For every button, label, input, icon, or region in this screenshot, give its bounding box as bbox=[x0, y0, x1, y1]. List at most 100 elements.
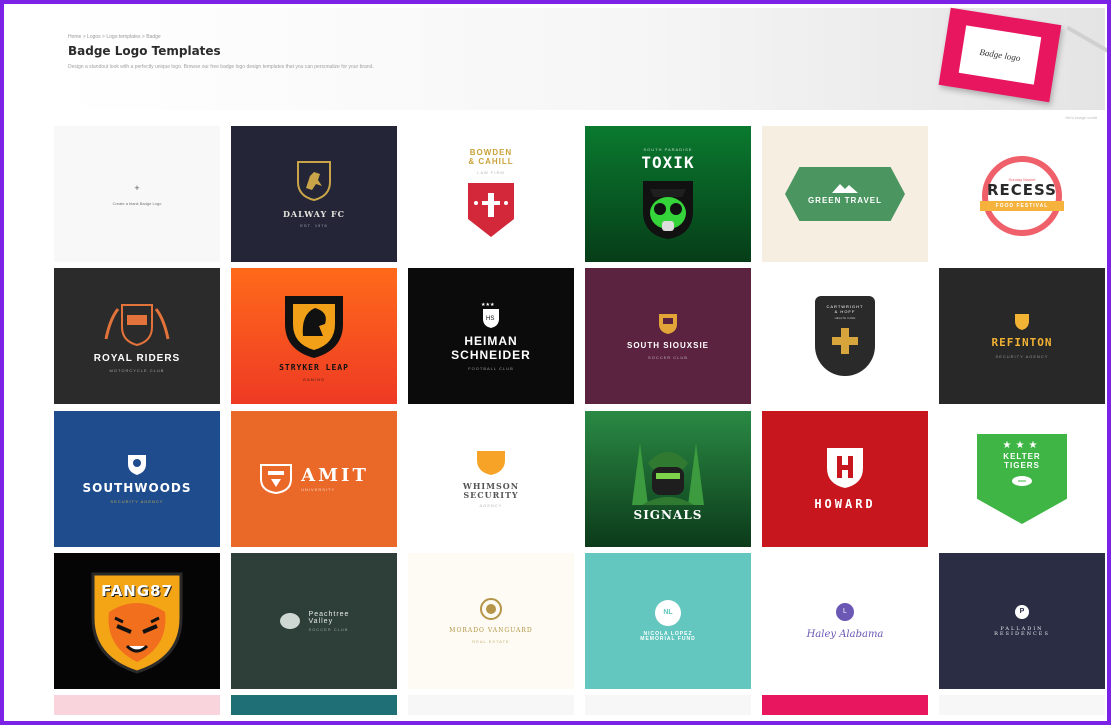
plus-cross-icon bbox=[832, 328, 858, 354]
template-name-line-2: TIGERS bbox=[1004, 460, 1040, 470]
template-name: REFINTON bbox=[991, 336, 1053, 350]
shield-icon bbox=[1015, 314, 1029, 331]
template-top-text: SOUTH PARADISE bbox=[643, 146, 693, 152]
template-name: AMIT bbox=[301, 465, 369, 487]
gas-mask-icon bbox=[643, 181, 693, 240]
football-icon bbox=[1012, 475, 1032, 486]
template-name: ROYAL RIDERS bbox=[93, 353, 181, 364]
template-name: DALWAY FC bbox=[282, 209, 346, 220]
template-name: GREEN TRAVEL bbox=[807, 195, 883, 205]
template-cartwright-hoff[interactable]: CARTWRIGHT & HOFF HEALTH CARE bbox=[762, 268, 928, 404]
template-tagline: AGENCY bbox=[479, 503, 503, 509]
shield-icon bbox=[477, 450, 505, 475]
shield-icon bbox=[659, 314, 677, 335]
template-dalway-fc[interactable]: DALWAY FC EST. 1976 bbox=[231, 126, 397, 262]
template-tile-partial[interactable] bbox=[585, 695, 751, 715]
template-tile-partial[interactable] bbox=[54, 695, 220, 715]
template-tagline: SECURITY AGENCY bbox=[995, 353, 1049, 359]
template-name: FANG87 bbox=[101, 582, 173, 600]
template-tagline: REAL ESTATE bbox=[472, 638, 510, 644]
pennant-badge: ★★★ KELTER TIGERS bbox=[977, 434, 1067, 524]
template-tagline: FOOTBALL CLUB bbox=[468, 365, 514, 371]
svg-text:HS: HS bbox=[486, 316, 494, 322]
create-blank-label: Create a blank Badge Logo bbox=[112, 200, 162, 206]
breadcrumb[interactable]: Home > Logos > Logo templates > Badge bbox=[68, 34, 161, 40]
page-description: Design a standout look with a perfectly … bbox=[68, 64, 374, 70]
template-name: HOWARD bbox=[814, 497, 876, 512]
template-name-line-2: SECURITY bbox=[463, 489, 519, 500]
plus-icon: + bbox=[134, 182, 140, 193]
template-name: SOUTHWOODS bbox=[82, 480, 192, 495]
dragon-shield-icon bbox=[285, 296, 343, 359]
stars-shield-icon: ★★★ HS bbox=[481, 302, 499, 329]
template-amit[interactable]: AMIT UNIVERSITY bbox=[231, 411, 397, 547]
ribbon-banner: FOOD FESTIVAL bbox=[979, 200, 1065, 211]
template-name: SOUTH SIOUXSIE bbox=[626, 341, 709, 351]
template-stryker-leap[interactable]: STRYKER LEAP GAMING bbox=[231, 268, 397, 404]
pen-decoration bbox=[1066, 25, 1107, 55]
template-signals[interactable]: SIGNALS bbox=[585, 411, 751, 547]
template-badge: P bbox=[1015, 604, 1029, 619]
template-peachtree-valley[interactable]: Peachtree Valley SOCCER CLUB bbox=[231, 553, 397, 689]
hero-card-text: Badge logo bbox=[958, 25, 1042, 85]
h-shield-icon bbox=[827, 448, 863, 489]
template-bowden-cahill[interactable]: BOWDEN & CAHILL LAW FIRM bbox=[408, 126, 574, 262]
template-name-line-2: SCHNEIDER bbox=[451, 347, 531, 362]
page-frame: Home > Logos > Logo templates > Badge Ba… bbox=[0, 0, 1111, 725]
template-name: STRYKER LEAP bbox=[279, 363, 349, 373]
hero-badge-card-image: Badge logo bbox=[938, 7, 1062, 103]
crest-icon bbox=[260, 464, 293, 495]
template-tagline: SOCCER CLUB bbox=[308, 626, 349, 632]
page-title: Badge Logo Templates bbox=[68, 44, 221, 58]
template-tile-partial[interactable] bbox=[762, 695, 928, 715]
template-name: SIGNALS bbox=[633, 508, 703, 523]
create-blank-badge-logo-tile[interactable]: + Create a blank Badge Logo bbox=[54, 126, 220, 262]
template-name: MORADO VANGUARD bbox=[449, 627, 533, 635]
template-badge: NL bbox=[655, 599, 681, 626]
template-tile-partial[interactable] bbox=[939, 695, 1105, 715]
template-southwoods[interactable]: SOUTHWOODS SECURITY AGENCY bbox=[54, 411, 220, 547]
template-tagline: SOCCER CLUB bbox=[648, 354, 688, 360]
template-fang87[interactable]: FANG87 bbox=[54, 553, 220, 689]
template-tagline: MOTORCYCLE CLUB bbox=[109, 368, 165, 373]
template-name-line-2: & HOFF bbox=[834, 309, 856, 314]
template-kelter-tigers[interactable]: ★★★ KELTER TIGERS bbox=[939, 411, 1105, 547]
template-name-line-2: MEMORIAL FUND bbox=[640, 636, 696, 642]
template-heiman-schneider[interactable]: ★★★ HS HEIMAN SCHNEIDER FOOTBALL CLUB bbox=[408, 268, 574, 404]
template-name: RECESS bbox=[987, 181, 1057, 200]
template-morado-vanguard[interactable]: MORADO VANGUARD REAL ESTATE bbox=[408, 553, 574, 689]
template-tagline: HEALTH CARE bbox=[834, 316, 856, 320]
template-recess[interactable]: Sunday Market RECESS FOOD FESTIVAL bbox=[939, 126, 1105, 262]
scalloped-badge: Sunday Market RECESS FOOD FESTIVAL bbox=[966, 150, 1078, 238]
template-haley-alabama[interactable]: L Haley Alabama bbox=[762, 553, 928, 689]
template-palladin-residences[interactable]: P PALLADIN RESIDENCES bbox=[939, 553, 1105, 689]
template-tagline: EST. 1976 bbox=[300, 222, 328, 228]
template-toxik[interactable]: SOUTH PARADISE TOXIK bbox=[585, 126, 751, 262]
template-green-travel[interactable]: GREEN TRAVEL bbox=[762, 126, 928, 262]
template-howard[interactable]: HOWARD bbox=[762, 411, 928, 547]
template-royal-riders[interactable]: ROYAL RIDERS MOTORCYCLE CLUB bbox=[54, 268, 220, 404]
template-name: TOXIK bbox=[641, 152, 695, 172]
wreath-shield-icon bbox=[104, 304, 170, 347]
template-tagline: GAMING bbox=[302, 376, 326, 382]
mountain-icon bbox=[832, 183, 858, 193]
svg-text:★★★: ★★★ bbox=[481, 302, 495, 308]
hero-banner: Home > Logos > Logo templates > Badge Ba… bbox=[54, 7, 1107, 110]
template-tagline: LAW FIRM bbox=[477, 170, 505, 176]
template-tile-partial[interactable] bbox=[408, 695, 574, 715]
lion-shield-icon bbox=[297, 161, 331, 202]
cross-shield: CARTWRIGHT & HOFF HEALTH CARE bbox=[815, 296, 875, 376]
template-south-siouxsie[interactable]: SOUTH SIOUXSIE SOCCER CLUB bbox=[585, 268, 751, 404]
stars-icon: ★★★ bbox=[1002, 440, 1042, 451]
template-tagline: UNIVERSITY bbox=[301, 486, 336, 492]
hexagon-badge: GREEN TRAVEL bbox=[785, 167, 905, 221]
image-credit: Hero image credit bbox=[1065, 115, 1097, 120]
emblem-icon bbox=[480, 598, 502, 621]
template-whimson-security[interactable]: WHIMSON SECURITY AGENCY bbox=[408, 411, 574, 547]
template-name-line-2: RESIDENCES bbox=[994, 631, 1050, 637]
ball-badge-icon bbox=[279, 613, 300, 629]
template-tile-partial[interactable] bbox=[231, 695, 397, 715]
template-refinton[interactable]: REFINTON SECURITY AGENCY bbox=[939, 268, 1105, 404]
template-name-line-1: HEIMAN bbox=[464, 334, 518, 349]
template-nicola-lopez[interactable]: NL NICOLA LOPEZ MEMORIAL FUND bbox=[585, 553, 751, 689]
